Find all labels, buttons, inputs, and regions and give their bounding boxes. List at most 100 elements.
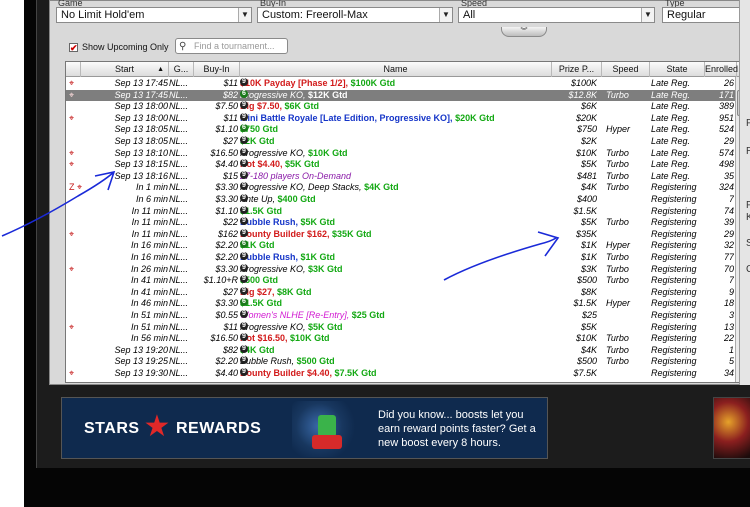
cell-buyin: $1.10+R bbox=[203, 275, 238, 286]
column-header-buyin[interactable]: Buy-In bbox=[194, 62, 240, 77]
cell-game: NL... bbox=[169, 182, 189, 193]
tournament-table: Start ▲ G... Buy-In Name Prize P... Spee… bbox=[65, 61, 748, 383]
table-row[interactable]: ⌖ Sep 13 17:45 NL... $82 $12.8K Turbo Late Reg… bbox=[66, 89, 736, 102]
table-row[interactable]: In 41 min NL... $27 $8K Registering 9 9 Big $27… bbox=[66, 286, 736, 299]
table-row[interactable]: Sep 13 18:05 NL... $27 $2K Late Reg. 29 9 $2K … bbox=[66, 136, 736, 148]
column-header-game[interactable]: G... bbox=[169, 62, 194, 77]
guarantee-text: $3K Gtd bbox=[308, 263, 343, 274]
table-row[interactable]: Sep 13 18:16 NL... $15 $481 Turbo Late Reg. 35… bbox=[66, 170, 736, 183]
column-header-start[interactable]: Start ▲ bbox=[81, 62, 169, 77]
column-header-enrolled[interactable]: Enrolled bbox=[705, 62, 738, 77]
cell-name: 9 $2K Gtd bbox=[240, 136, 552, 148]
table-row[interactable]: In 11 min NL... $22 $5K Turbo Registering 39 9 B… bbox=[66, 217, 736, 229]
table-row[interactable]: In 16 min NL... $2.20 $1K Turbo Registering 77… bbox=[66, 252, 736, 264]
table-row[interactable]: In 16 min NL... $2.20 $1K Hyper Registering 32… bbox=[66, 240, 736, 252]
cell-buyin: $15 bbox=[222, 170, 238, 181]
cell-state: Registering bbox=[651, 310, 697, 320]
detail-letter: R bbox=[746, 146, 750, 157]
show-upcoming-checkbox[interactable]: ✔ Show Upcoming Only bbox=[69, 42, 169, 52]
cell-buyin: $2.20 bbox=[215, 252, 238, 262]
detail-letter: P bbox=[746, 200, 750, 211]
table-size-badge: 9 bbox=[240, 321, 248, 330]
cell-state: Late Reg. bbox=[651, 112, 691, 123]
cell-state: Registering bbox=[651, 333, 697, 344]
cell-buyin: $1.10 bbox=[215, 124, 238, 135]
cell-speed: Hyper bbox=[606, 298, 631, 309]
table-size-badge: 9 bbox=[240, 368, 248, 376]
table-row[interactable]: ⌖ Sep 13 18:10 NL... $16.50 $10K Turbo Late Re… bbox=[66, 147, 736, 160]
column-header-name[interactable]: Name bbox=[240, 62, 552, 77]
column-header-icon[interactable] bbox=[66, 62, 81, 77]
game-filter-select[interactable]: No Limit Hold'em ▼ bbox=[56, 7, 252, 23]
guarantee-text: $5K Gtd bbox=[300, 217, 336, 228]
cell-start: Sep 13 18:05 bbox=[114, 124, 168, 135]
speed-filter-select[interactable]: All ▼ bbox=[458, 7, 655, 23]
cell-buyin: $16.50 bbox=[210, 333, 238, 344]
cell-enrolled: 1 bbox=[728, 344, 734, 355]
cell-name: 9 Progressive KO, Deep Stacks, $4K Gtd bbox=[240, 182, 552, 194]
cell-game: NL... bbox=[169, 263, 189, 274]
table-row[interactable]: Sep 13 18:05 NL... $1.10 $750 Hyper Late Reg.… bbox=[66, 124, 736, 136]
table-row[interactable]: ⌖ Sep 13 17:45 NL... $11 $100K Late Reg. 26 9 $1… bbox=[66, 78, 736, 90]
table-row[interactable]: ⌖ In 51 min NL... $11 $5K Registering 13 9 Progr… bbox=[66, 321, 736, 334]
table-row[interactable]: Sep 13 19:25 NL... $2.20 $500 Turbo Registeri… bbox=[66, 356, 736, 368]
table-row[interactable]: In 51 min NL... $0.55 $25 Registering 3 9 Women… bbox=[66, 310, 736, 322]
tournament-name: Progressive KO, bbox=[240, 263, 306, 274]
type-filter-select[interactable]: Regular bbox=[662, 7, 750, 23]
cell-start: Sep 13 18:10 bbox=[114, 147, 168, 158]
table-row[interactable]: ⌖ Sep 13 18:15 NL... $4.40 $5K Turbo Late Reg.… bbox=[66, 159, 736, 171]
cell-prize-pool: $8K bbox=[580, 286, 597, 297]
cell-buyin: $27 bbox=[222, 136, 238, 146]
buyin-filter-value: Custom: Freeroll-Max bbox=[262, 9, 368, 21]
cell-enrolled: 35 bbox=[723, 170, 734, 181]
cell-game: NL... bbox=[169, 356, 189, 367]
stars-rewards-banner[interactable]: STARS ★ REWARDS Did you know... boosts l… bbox=[61, 397, 548, 459]
table-row[interactable]: In 56 min NL... $16.50 $10K Turbo Registering… bbox=[66, 333, 736, 345]
tournament-name: 27-180 players On-Demand bbox=[240, 170, 352, 181]
table-row[interactable]: In 41 min NL... $1.10+R $500 Turbo Registerin… bbox=[66, 275, 736, 287]
table-row[interactable]: ⌖ Sep 13 19:30 NL... $4.40 $7.5K Registering 3… bbox=[66, 368, 736, 380]
search-input[interactable]: ⚲ Find a tournament... bbox=[175, 38, 288, 54]
table-size-badge: 9 bbox=[240, 78, 248, 86]
cell-prize-pool: $6K bbox=[580, 101, 597, 112]
cell-game: NL... bbox=[169, 310, 189, 320]
cell-state: Registering bbox=[651, 286, 697, 297]
buyin-filter-select[interactable]: Custom: Freeroll-Max ▼ bbox=[257, 7, 453, 23]
cell-speed: Turbo bbox=[606, 252, 629, 262]
cell-game: NL... bbox=[169, 78, 189, 88]
table-row[interactable]: ⌖ In 26 min NL... $3.30 $3K Turbo Registering 7… bbox=[66, 263, 736, 276]
cell-start: In 1 min bbox=[135, 182, 168, 193]
table-row[interactable]: In 6 min NL... $3.30 $400 Registering 7 9 Ante … bbox=[66, 194, 736, 206]
sort-ascending-icon: ▲ bbox=[157, 66, 164, 73]
cell-prize-pool: $1.5K bbox=[573, 205, 597, 216]
column-header-state[interactable]: State bbox=[650, 62, 705, 77]
table-row[interactable]: Sep 13 18:00 NL... $7.50 $6K Late Reg. 389 9 Bi… bbox=[66, 101, 736, 113]
tournament-panel: Game No Limit Hold'em ▼ Buy-In Custom: F… bbox=[49, 0, 750, 385]
table-row[interactable]: ⌖ Sep 13 18:00 NL... $11 $20K Late Reg. 951 9 Mi… bbox=[66, 112, 736, 125]
table-size-badge: 9 bbox=[240, 228, 248, 237]
detail-letter: K bbox=[746, 212, 750, 223]
cell-speed: Turbo bbox=[606, 170, 629, 181]
cell-prize-pool: $100K bbox=[570, 78, 597, 88]
table-row[interactable]: In 46 min NL... $3.30 $1.5K Hyper Registering… bbox=[66, 298, 736, 310]
cell-start: Sep 13 18:00 bbox=[114, 101, 168, 112]
side-advert-image[interactable] bbox=[713, 397, 750, 459]
detail-letter: P bbox=[746, 118, 750, 129]
collapse-filters-button[interactable]: ︾ bbox=[501, 27, 547, 37]
table-row[interactable]: Sep 13 19:20 NL... $82 $4K Turbo Registering 1… bbox=[66, 344, 736, 357]
cell-start: In 41 min bbox=[130, 275, 168, 286]
cell-name: 9 Bounty Builder $162, $35K Gtd bbox=[240, 228, 552, 241]
cell-state: Registering bbox=[651, 321, 697, 332]
cell-name: 9 $500 Gtd bbox=[240, 275, 552, 287]
table-row[interactable]: Z ⌖ In 1 min NL... $3.30 $4K Turbo Registering… bbox=[66, 182, 736, 194]
tournament-detail-panel: P R P K S C bbox=[739, 0, 750, 385]
column-header-prize-pool[interactable]: Prize P... bbox=[552, 62, 602, 77]
cell-enrolled: 524 bbox=[718, 124, 734, 135]
table-size-badge: 9 bbox=[240, 263, 248, 272]
table-row[interactable]: ⌖ In 11 min NL... $162 $35K Registering 29 9 Bou… bbox=[66, 228, 736, 241]
table-header: Start ▲ G... Buy-In Name Prize P... Spee… bbox=[66, 62, 747, 77]
table-row[interactable]: In 11 min NL... $1.10 $1.5K Registering 74 9 $… bbox=[66, 205, 736, 218]
cell-state: Late Reg. bbox=[651, 170, 691, 181]
column-header-speed[interactable]: Speed bbox=[602, 62, 650, 77]
cell-name: 9 $4K Gtd bbox=[240, 344, 552, 357]
